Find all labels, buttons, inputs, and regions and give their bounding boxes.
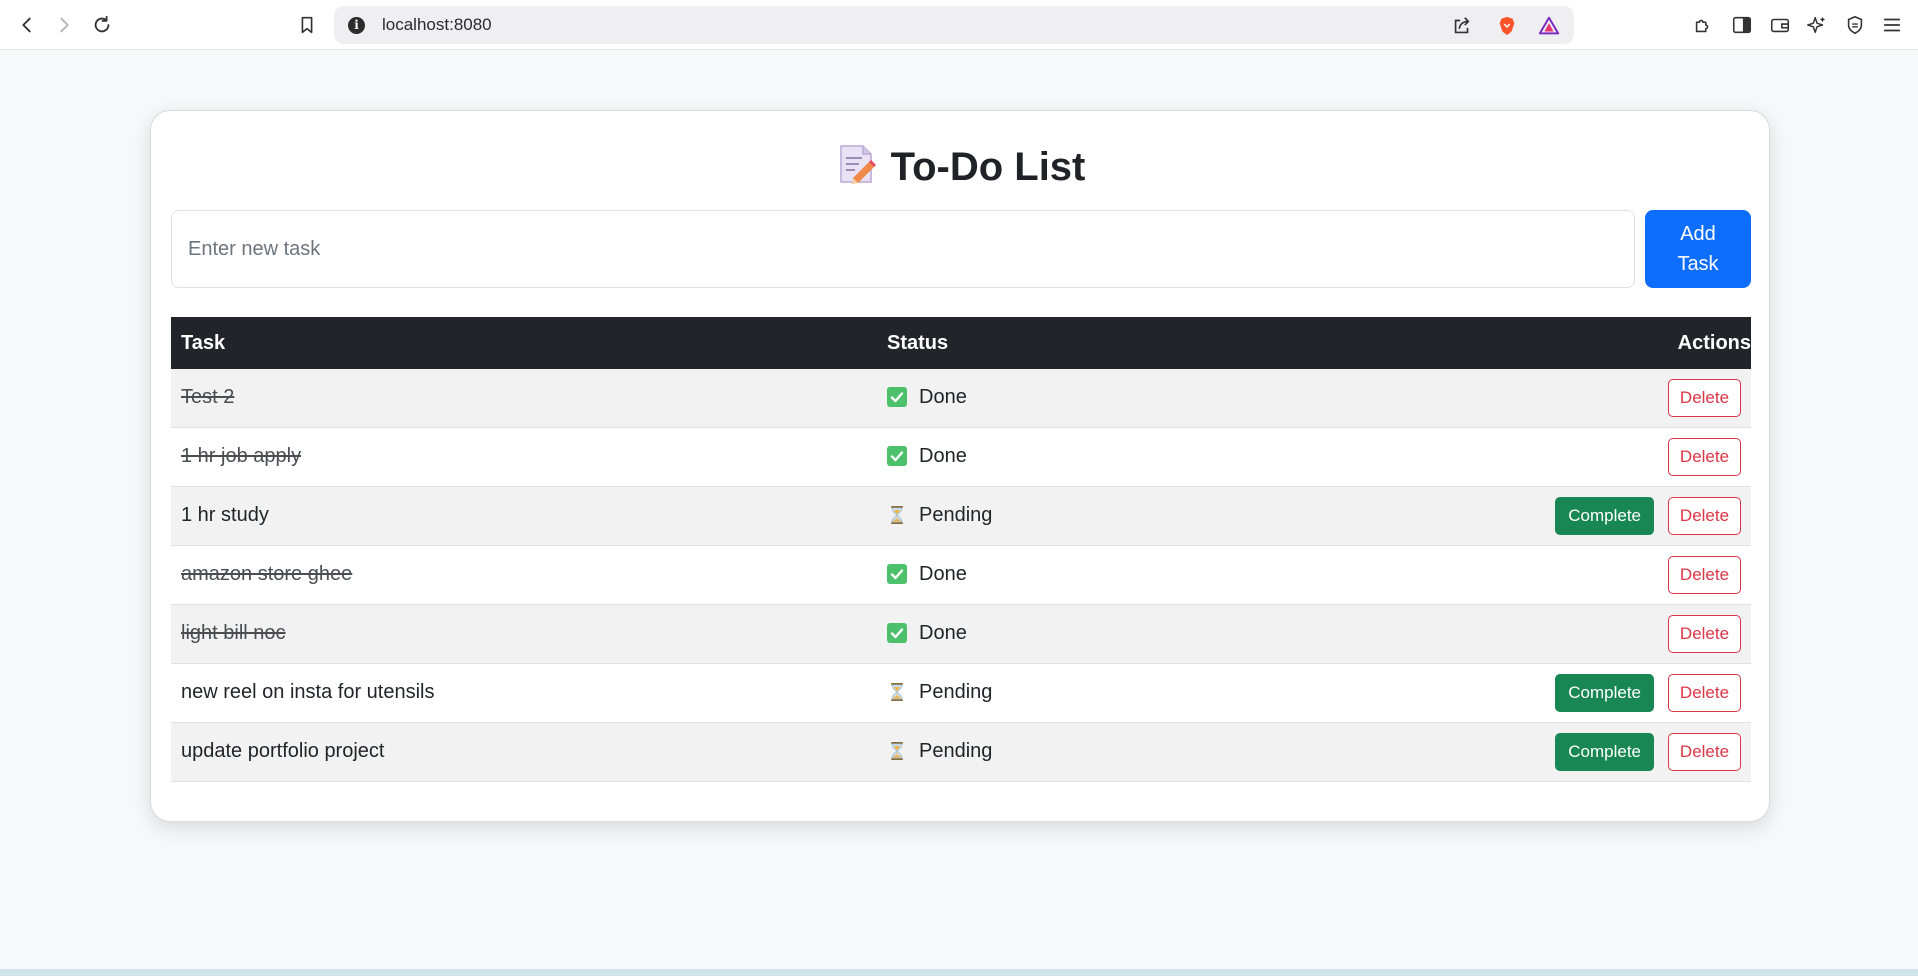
check-mark-icon xyxy=(887,387,907,407)
sidebar-icon[interactable] xyxy=(1731,14,1753,36)
hourglass-icon xyxy=(887,741,907,761)
hourglass-icon xyxy=(887,505,907,525)
leo-ai-icon[interactable] xyxy=(1806,14,1828,36)
vpn-shield-icon[interactable] xyxy=(1844,14,1866,36)
status-text: Done xyxy=(919,386,967,408)
status-cell: Pending xyxy=(887,664,992,720)
forward-icon[interactable] xyxy=(48,9,80,41)
address-bar[interactable]: i localhost:8080 xyxy=(334,6,1574,44)
table-row: amazon store ghee Done Delete xyxy=(171,546,1751,605)
table-row: Test 2 Done Delete xyxy=(171,369,1751,428)
site-info-icon[interactable]: i xyxy=(348,17,365,34)
status-text: Done xyxy=(919,622,967,644)
todo-card: To-Do List Add Task Task Status Actions … xyxy=(150,110,1770,822)
status-text: Pending xyxy=(919,681,993,703)
delete-button[interactable]: Delete xyxy=(1668,438,1741,476)
status-cell: Done xyxy=(887,428,967,484)
complete-button[interactable]: Complete xyxy=(1555,733,1654,771)
status-cell: Pending xyxy=(887,487,992,543)
complete-button[interactable]: Complete xyxy=(1555,674,1654,712)
table-body: Test 2 Done Delete 1 hr job apply Done Delete… xyxy=(171,369,1751,782)
bookmark-icon[interactable] xyxy=(291,9,323,41)
table-row: 1 hr study Pending Complete Delete xyxy=(171,487,1751,546)
page-title: To-Do List xyxy=(151,135,1771,199)
add-task-button[interactable]: Add Task xyxy=(1645,210,1751,288)
delete-button[interactable]: Delete xyxy=(1668,674,1741,712)
table-row: 1 hr job apply Done Delete xyxy=(171,428,1751,487)
status-text: Pending xyxy=(919,504,993,526)
task-text: update portfolio project xyxy=(181,740,385,762)
status-cell: Done xyxy=(887,605,967,661)
bottom-strip xyxy=(0,969,1918,976)
task-text: light bill noc xyxy=(181,622,286,644)
memo-icon xyxy=(837,141,877,185)
browser-toolbar: i localhost:8080 xyxy=(0,0,1918,50)
check-mark-icon xyxy=(887,623,907,643)
wallet-icon[interactable] xyxy=(1769,14,1791,36)
delete-button[interactable]: Delete xyxy=(1668,497,1741,535)
status-text: Done xyxy=(919,445,967,467)
table-row: update portfolio project Pending Complete D… xyxy=(171,723,1751,782)
task-table: Task Status Actions Test 2 Done Delete 1 hr… xyxy=(171,317,1751,782)
brave-shield-icon[interactable] xyxy=(1496,15,1518,37)
extensions-icon[interactable] xyxy=(1692,14,1714,36)
menu-icon[interactable] xyxy=(1881,14,1903,36)
status-cell: Done xyxy=(887,369,967,425)
status-text: Done xyxy=(919,563,967,585)
back-icon[interactable] xyxy=(11,9,43,41)
url-text[interactable]: localhost:8080 xyxy=(382,6,492,44)
table-row: new reel on insta for utensils Pending Com… xyxy=(171,664,1751,723)
page-title-text: To-Do List xyxy=(890,145,1086,189)
header-task: Task xyxy=(181,332,226,354)
task-text: new reel on insta for utensils xyxy=(181,681,435,703)
delete-button[interactable]: Delete xyxy=(1668,379,1741,417)
delete-button[interactable]: Delete xyxy=(1668,615,1741,653)
header-actions: Actions xyxy=(1677,332,1751,354)
delete-button[interactable]: Delete xyxy=(1668,733,1741,771)
new-task-input[interactable] xyxy=(171,210,1635,288)
check-mark-icon xyxy=(887,446,907,466)
task-text: 1 hr study xyxy=(181,504,269,526)
task-text: Test 2 xyxy=(181,386,235,408)
brave-rewards-icon[interactable] xyxy=(1538,15,1560,37)
share-icon[interactable] xyxy=(1451,15,1473,37)
check-mark-icon xyxy=(887,564,907,584)
delete-button[interactable]: Delete xyxy=(1668,556,1741,594)
task-text: 1 hr job apply xyxy=(181,445,302,467)
table-row: light bill noc Done Delete xyxy=(171,605,1751,664)
hourglass-icon xyxy=(887,682,907,702)
reload-icon[interactable] xyxy=(86,9,118,41)
status-text: Pending xyxy=(919,740,993,762)
complete-button[interactable]: Complete xyxy=(1555,497,1654,535)
status-cell: Pending xyxy=(887,723,992,779)
status-cell: Done xyxy=(887,546,967,602)
table-header: Task Status Actions xyxy=(171,317,1751,369)
task-text: amazon store ghee xyxy=(181,563,353,585)
header-status: Status xyxy=(887,332,949,354)
